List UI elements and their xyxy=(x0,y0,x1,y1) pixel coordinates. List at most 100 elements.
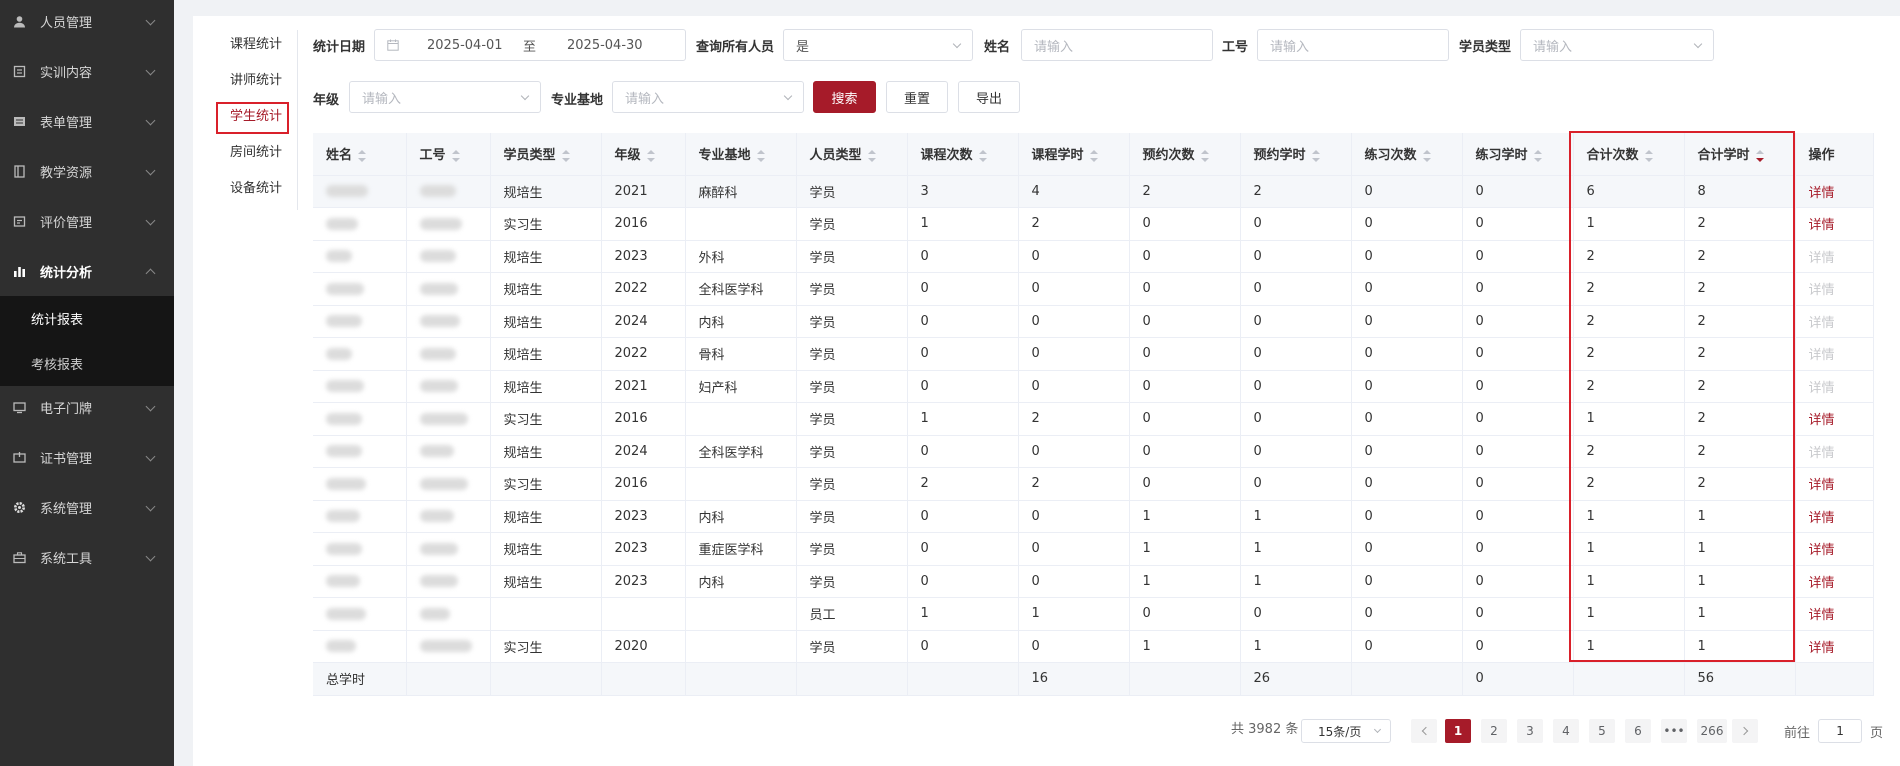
sort-icon[interactable] xyxy=(1200,149,1209,162)
page-button-3[interactable]: 3 xyxy=(1517,719,1543,743)
stat-nav-item-5[interactable]: 设备统计 xyxy=(214,174,298,204)
submenu-item-1[interactable]: 统计报表 xyxy=(0,296,174,341)
column-header-4[interactable]: 年级 xyxy=(601,133,686,176)
goto-page-input[interactable]: 1 xyxy=(1818,719,1863,743)
page-button-4[interactable]: 4 xyxy=(1553,719,1579,743)
sort-icon[interactable] xyxy=(451,149,460,162)
id-input[interactable]: 请输入 xyxy=(1257,29,1449,61)
sort-icon[interactable] xyxy=(1311,149,1320,162)
person-type-cell: 学员 xyxy=(796,565,908,598)
sidebar-item-10[interactable]: 系统工具 xyxy=(0,532,174,582)
detail-link[interactable]: 详情 xyxy=(1809,316,1835,331)
stat-nav-item-2[interactable]: 讲师统计 xyxy=(214,66,298,96)
submenu-item-2[interactable]: 考核报表 xyxy=(0,341,174,386)
grade-cell: 2023 xyxy=(601,240,686,273)
sort-icon[interactable] xyxy=(756,149,765,162)
action-cell: 详情 xyxy=(1795,630,1874,663)
page-button-6[interactable]: 6 xyxy=(1625,719,1651,743)
column-header-13[interactable]: 合计次数 xyxy=(1573,133,1685,176)
page-button-2[interactable]: 2 xyxy=(1481,719,1507,743)
column-header-9[interactable]: 预约次数 xyxy=(1129,133,1241,176)
sidebar-item-7[interactable]: 电子门牌 xyxy=(0,382,174,432)
sort-icon[interactable] xyxy=(978,149,987,162)
column-header-10[interactable]: 预约学时 xyxy=(1240,133,1352,176)
sort-icon[interactable] xyxy=(1089,149,1098,162)
detail-link[interactable]: 详情 xyxy=(1809,251,1835,266)
detail-link[interactable]: 详情 xyxy=(1809,576,1835,591)
value-cell: 1 xyxy=(1129,565,1241,598)
sidebar-item-8[interactable]: 证书管理 xyxy=(0,432,174,482)
more-pages-button[interactable]: ••• xyxy=(1661,719,1687,743)
stat-nav-item-4[interactable]: 房间统计 xyxy=(214,138,298,168)
detail-link[interactable]: 详情 xyxy=(1809,446,1835,461)
name-cell xyxy=(313,467,407,501)
page-button-266[interactable]: 266 xyxy=(1697,719,1727,743)
detail-link[interactable]: 详情 xyxy=(1809,543,1835,558)
student-type-cell: 规培生 xyxy=(490,240,602,273)
date-range-picker[interactable]: 2025-04-01 至 2025-04-30 xyxy=(374,29,686,61)
column-header-3[interactable]: 学员类型 xyxy=(490,133,602,176)
name-cell xyxy=(313,435,407,468)
value-cell: 8 xyxy=(1684,175,1796,208)
search-button[interactable]: 搜索 xyxy=(813,81,876,113)
value-cell: 0 xyxy=(1351,337,1463,371)
detail-link[interactable]: 详情 xyxy=(1809,641,1835,656)
sort-icon[interactable] xyxy=(1755,149,1764,162)
stat-nav-item-1[interactable]: 课程统计 xyxy=(214,30,298,60)
sidebar-item-2[interactable]: 实训内容 xyxy=(0,46,174,96)
column-header-11[interactable]: 练习次数 xyxy=(1351,133,1463,176)
sidebar-item-9[interactable]: 系统管理 xyxy=(0,482,174,532)
stat-nav-item-3[interactable]: 学生统计 xyxy=(214,102,298,132)
sort-icon[interactable] xyxy=(646,149,655,162)
page-button-5[interactable]: 5 xyxy=(1589,719,1615,743)
column-header-8[interactable]: 课程学时 xyxy=(1018,133,1130,176)
sidebar-item-4[interactable]: 教学资源 xyxy=(0,146,174,196)
detail-link[interactable]: 详情 xyxy=(1809,511,1835,526)
sort-icon[interactable] xyxy=(867,149,876,162)
sort-icon[interactable] xyxy=(358,149,367,162)
detail-link[interactable]: 详情 xyxy=(1809,186,1835,201)
column-header-6[interactable]: 人员类型 xyxy=(796,133,908,176)
query-all-select[interactable]: 是 xyxy=(783,29,973,61)
page-button-1[interactable]: 1 xyxy=(1445,719,1471,743)
student-type-select[interactable]: 请输入 xyxy=(1520,29,1714,61)
sidebar-item-label: 评价管理 xyxy=(40,215,93,231)
base-cell: 外科 xyxy=(685,240,797,273)
query-all-label: 查询所有人员 xyxy=(696,40,775,55)
detail-link[interactable]: 详情 xyxy=(1809,218,1835,233)
grade-select[interactable]: 请输入 xyxy=(349,81,541,113)
sidebar-item-3[interactable]: 表单管理 xyxy=(0,96,174,146)
value-cell: 2 xyxy=(1684,435,1796,468)
sidebar-item-1[interactable]: 人员管理 xyxy=(0,0,174,46)
detail-link[interactable]: 详情 xyxy=(1809,348,1835,363)
detail-link[interactable]: 详情 xyxy=(1809,478,1835,493)
detail-link[interactable]: 详情 xyxy=(1809,413,1835,428)
redacted-name xyxy=(326,640,356,653)
column-header-7[interactable]: 课程次数 xyxy=(907,133,1019,176)
sort-icon[interactable] xyxy=(1533,149,1542,162)
sidebar-item-6[interactable]: 统计分析 xyxy=(0,246,174,296)
name-input[interactable]: 请输入 xyxy=(1021,29,1213,61)
value-cell: 0 xyxy=(1462,402,1574,436)
column-header-1[interactable]: 姓名 xyxy=(313,133,407,176)
column-header-5[interactable]: 专业基地 xyxy=(685,133,797,176)
sort-icon[interactable] xyxy=(1644,149,1653,162)
date-end: 2025-04-30 xyxy=(567,37,643,53)
sort-icon[interactable] xyxy=(561,149,570,162)
next-page-button[interactable] xyxy=(1732,719,1758,743)
detail-link[interactable]: 详情 xyxy=(1809,283,1835,298)
base-select[interactable]: 请输入 xyxy=(612,81,804,113)
sidebar-item-5[interactable]: 评价管理 xyxy=(0,196,174,246)
prev-page-button[interactable] xyxy=(1411,719,1437,743)
column-header-12[interactable]: 练习学时 xyxy=(1462,133,1574,176)
column-header-14[interactable]: 合计学时 xyxy=(1684,133,1796,176)
column-header-2[interactable]: 工号 xyxy=(406,133,491,176)
redacted-name xyxy=(326,412,362,425)
export-button[interactable]: 导出 xyxy=(958,81,1020,113)
value-cell: 0 xyxy=(1240,240,1352,273)
reset-button[interactable]: 重置 xyxy=(886,81,948,113)
page-size-select[interactable]: 15条/页 xyxy=(1301,719,1391,743)
detail-link[interactable]: 详情 xyxy=(1809,381,1835,396)
detail-link[interactable]: 详情 xyxy=(1809,608,1835,623)
sort-icon[interactable] xyxy=(1422,149,1431,162)
